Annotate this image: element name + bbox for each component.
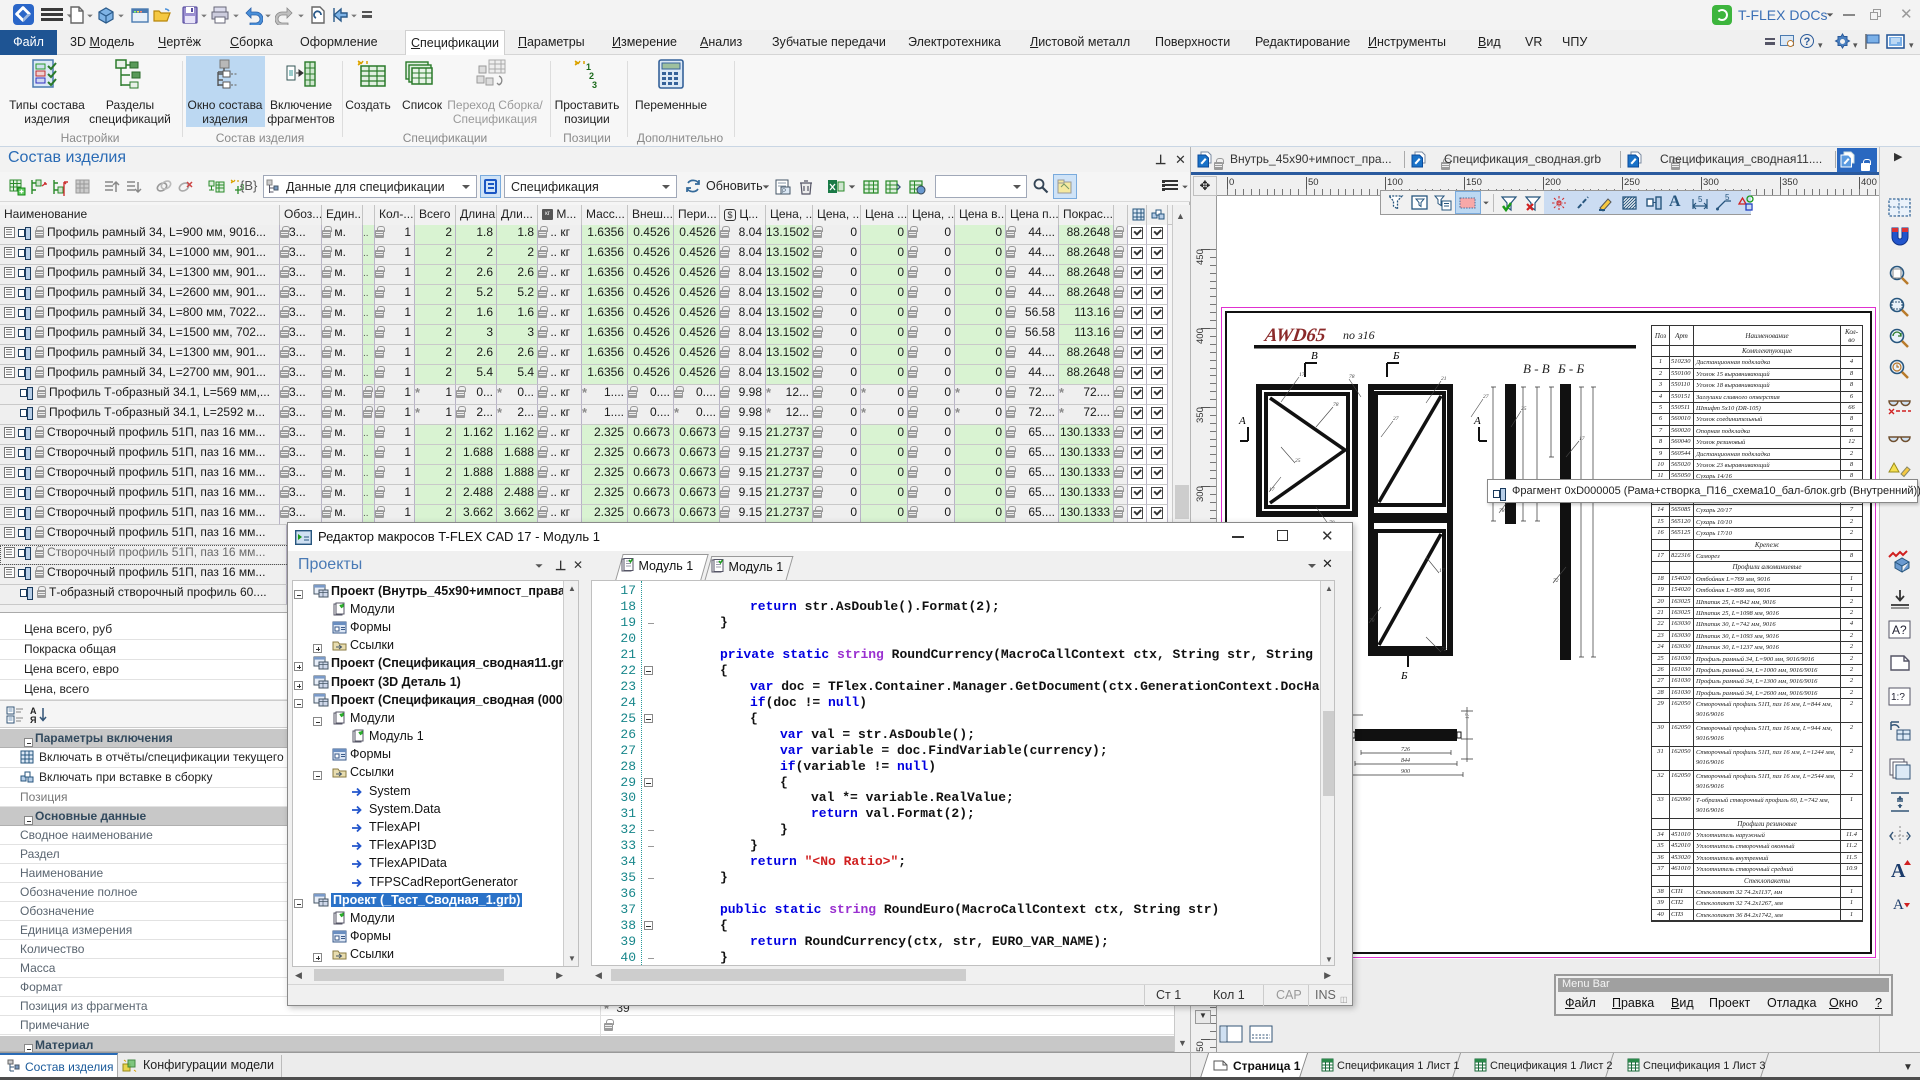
svg-text:844: 844	[1401, 757, 1410, 764]
svg-text:A?: A?	[1892, 623, 1907, 637]
svg-text:900: 900	[1401, 769, 1410, 775]
svg-text:A: A	[1473, 415, 1481, 427]
svg-text:3: 3	[592, 80, 597, 90]
svg-text:21: 21	[1441, 376, 1447, 382]
svg-text:78: 78	[1369, 618, 1375, 624]
svg-text:25: 25	[1295, 458, 1301, 464]
svg-text:AWD65: AWD65	[1263, 325, 1328, 346]
svg-text:25: 25	[1521, 406, 1527, 412]
svg-text:Б: Б	[1400, 670, 1408, 682]
svg-text:Я: Я	[30, 715, 36, 724]
svg-text:по з16: по з16	[1343, 328, 1375, 342]
svg-text:A: A	[1891, 860, 1906, 882]
svg-text:5: 5	[1698, 195, 1703, 204]
svg-text:A: A	[1893, 897, 1904, 913]
svg-text:27: 27	[1483, 394, 1489, 400]
svg-text:78: 78	[1333, 402, 1339, 408]
svg-text:1:?: 1:?	[1891, 692, 1905, 703]
svg-text:17: 17	[1579, 436, 1585, 442]
svg-text:В: В	[1311, 350, 1318, 362]
svg-text:72: 72	[1441, 647, 1447, 653]
svg-text:78: 78	[1349, 374, 1355, 380]
svg-text:17: 17	[1269, 487, 1275, 493]
svg-text:726: 726	[1401, 747, 1410, 753]
svg-text:A: A	[1238, 415, 1246, 427]
svg-text:Б - Б: Б - Б	[1557, 361, 1584, 376]
svg-text:В - В: В - В	[1523, 361, 1550, 376]
svg-text:78: 78	[1499, 508, 1505, 514]
svg-text:17: 17	[1465, 713, 1471, 719]
svg-text:17: 17	[1439, 568, 1445, 574]
svg-text:P: P	[782, 189, 786, 195]
svg-text:Б: Б	[1392, 350, 1400, 362]
svg-text:27: 27	[1393, 416, 1399, 422]
svg-text:5: 5	[1725, 194, 1730, 202]
svg-text:72: 72	[1553, 578, 1559, 584]
svg-text:17: 17	[1299, 372, 1305, 378]
